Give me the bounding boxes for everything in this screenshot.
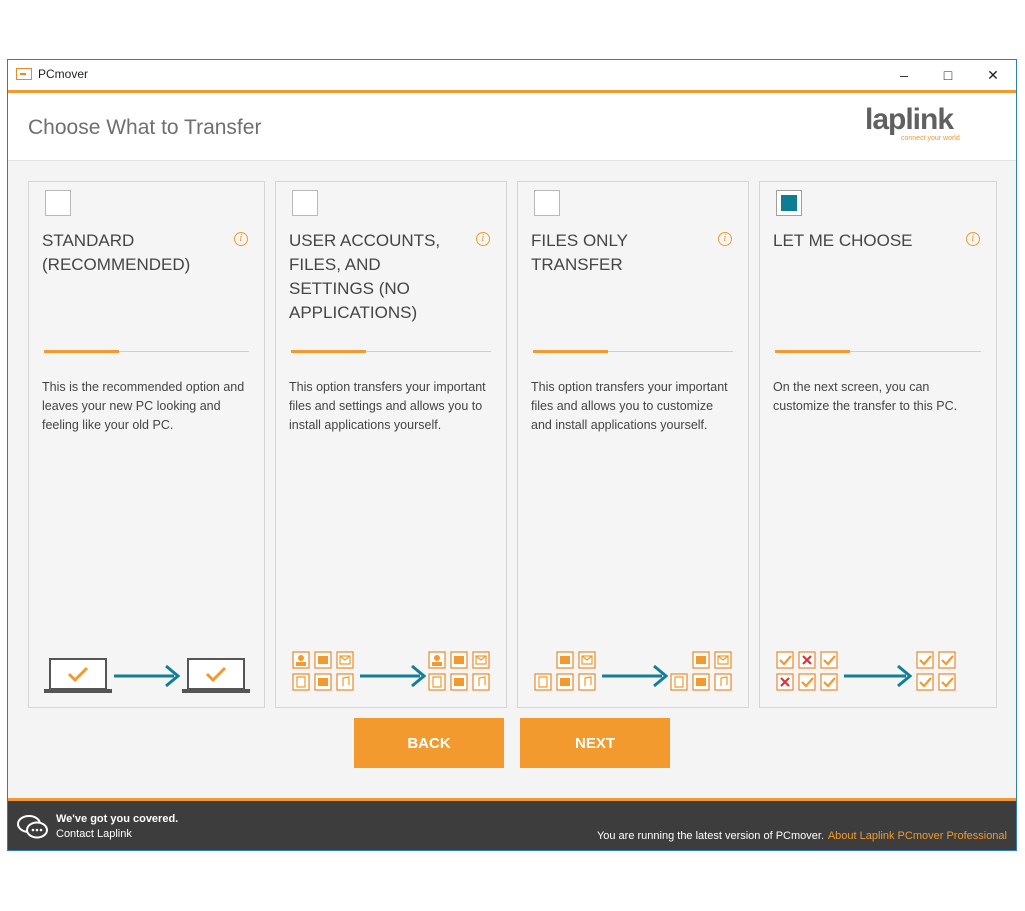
- title-bar: PCmover – □ ✕: [8, 60, 1016, 90]
- arrow-right-icon: [114, 664, 181, 688]
- info-icon[interactable]: i: [966, 232, 980, 246]
- arrow-right-icon: [360, 664, 427, 688]
- page-header: Choose What to Transfer laplink connect …: [8, 93, 1016, 161]
- footer-covered-text: We've got you covered.: [56, 813, 179, 825]
- info-icon[interactable]: i: [234, 232, 248, 246]
- page-title: Choose What to Transfer: [28, 116, 262, 139]
- option-card-user-accounts[interactable]: USER ACCOUNTS, FILES, AND SETTINGS (NO A…: [275, 181, 507, 708]
- folder-icon: [318, 656, 328, 664]
- laplink-logo: laplink connect your world: [865, 105, 975, 143]
- footer-bar: We've got you covered. Contact Laplink Y…: [8, 798, 1016, 850]
- card-divider-accent: [291, 350, 366, 353]
- next-button[interactable]: NEXT: [520, 718, 670, 768]
- card-title: USER ACCOUNTS, FILES, AND SETTINGS (NO A…: [289, 231, 441, 322]
- laptop-icon: [182, 658, 250, 693]
- card-description: This option transfers your important fil…: [531, 380, 728, 432]
- user-accounts-checkbox[interactable]: [292, 190, 318, 216]
- card-divider-accent: [775, 350, 850, 353]
- logo-word: laplink: [865, 103, 954, 136]
- about-link[interactable]: About Laplink PCmover Professional: [828, 830, 1007, 842]
- pcmover-window: PCmover – □ ✕ Choose What to Transfer la…: [7, 59, 1017, 851]
- info-icon[interactable]: i: [718, 232, 732, 246]
- user-icon: [298, 655, 304, 661]
- card-title: FILES ONLY TRANSFER: [531, 231, 628, 274]
- laptop-to-laptop-illustration: [44, 658, 250, 693]
- folder-icon: [560, 656, 570, 664]
- card-description: This option transfers your important fil…: [289, 380, 486, 432]
- camera-icon: [318, 678, 328, 686]
- camera-icon: [560, 678, 570, 686]
- card-title: STANDARD (RECOMMENDED): [42, 231, 191, 274]
- version-status-text: You are running the latest version of PC…: [596, 830, 824, 842]
- standard-checkbox[interactable]: [45, 190, 71, 216]
- option-card-standard[interactable]: STANDARD (RECOMMENDED) i This is the rec…: [28, 181, 265, 708]
- app-icon: [16, 68, 32, 80]
- minimize-button[interactable]: –: [881, 60, 927, 90]
- arrow-right-icon: [602, 664, 669, 688]
- arrow-right-icon: [844, 664, 913, 688]
- maximize-button[interactable]: □: [925, 60, 971, 90]
- contact-laplink-link[interactable]: Contact Laplink: [56, 828, 132, 840]
- laptop-icon: [44, 658, 112, 693]
- card-description: On the next screen, you can customize th…: [773, 380, 958, 413]
- files-only-checkbox[interactable]: [534, 190, 560, 216]
- card-divider-accent: [44, 350, 119, 353]
- option-card-files-only[interactable]: FILES ONLY TRANSFER i This option transf…: [517, 181, 749, 708]
- custom-checklist-illustration: [776, 651, 956, 691]
- chat-bubbles-icon[interactable]: [17, 813, 49, 841]
- let-me-choose-checkbox[interactable]: [776, 190, 802, 216]
- close-button[interactable]: ✕: [970, 60, 1016, 90]
- logo-tagline: connect your world: [901, 135, 960, 142]
- card-divider-accent: [533, 350, 608, 353]
- card-title: LET ME CHOOSE: [773, 231, 913, 250]
- accounts-files-settings-illustration: [292, 651, 490, 691]
- files-only-illustration: [534, 651, 732, 691]
- info-icon[interactable]: i: [476, 232, 490, 246]
- back-button[interactable]: BACK: [354, 718, 504, 768]
- window-title: PCmover: [38, 67, 89, 81]
- card-description: This is the recommended option and leave…: [42, 380, 245, 432]
- option-card-let-me-choose[interactable]: LET ME CHOOSE i On the next screen, you …: [759, 181, 997, 708]
